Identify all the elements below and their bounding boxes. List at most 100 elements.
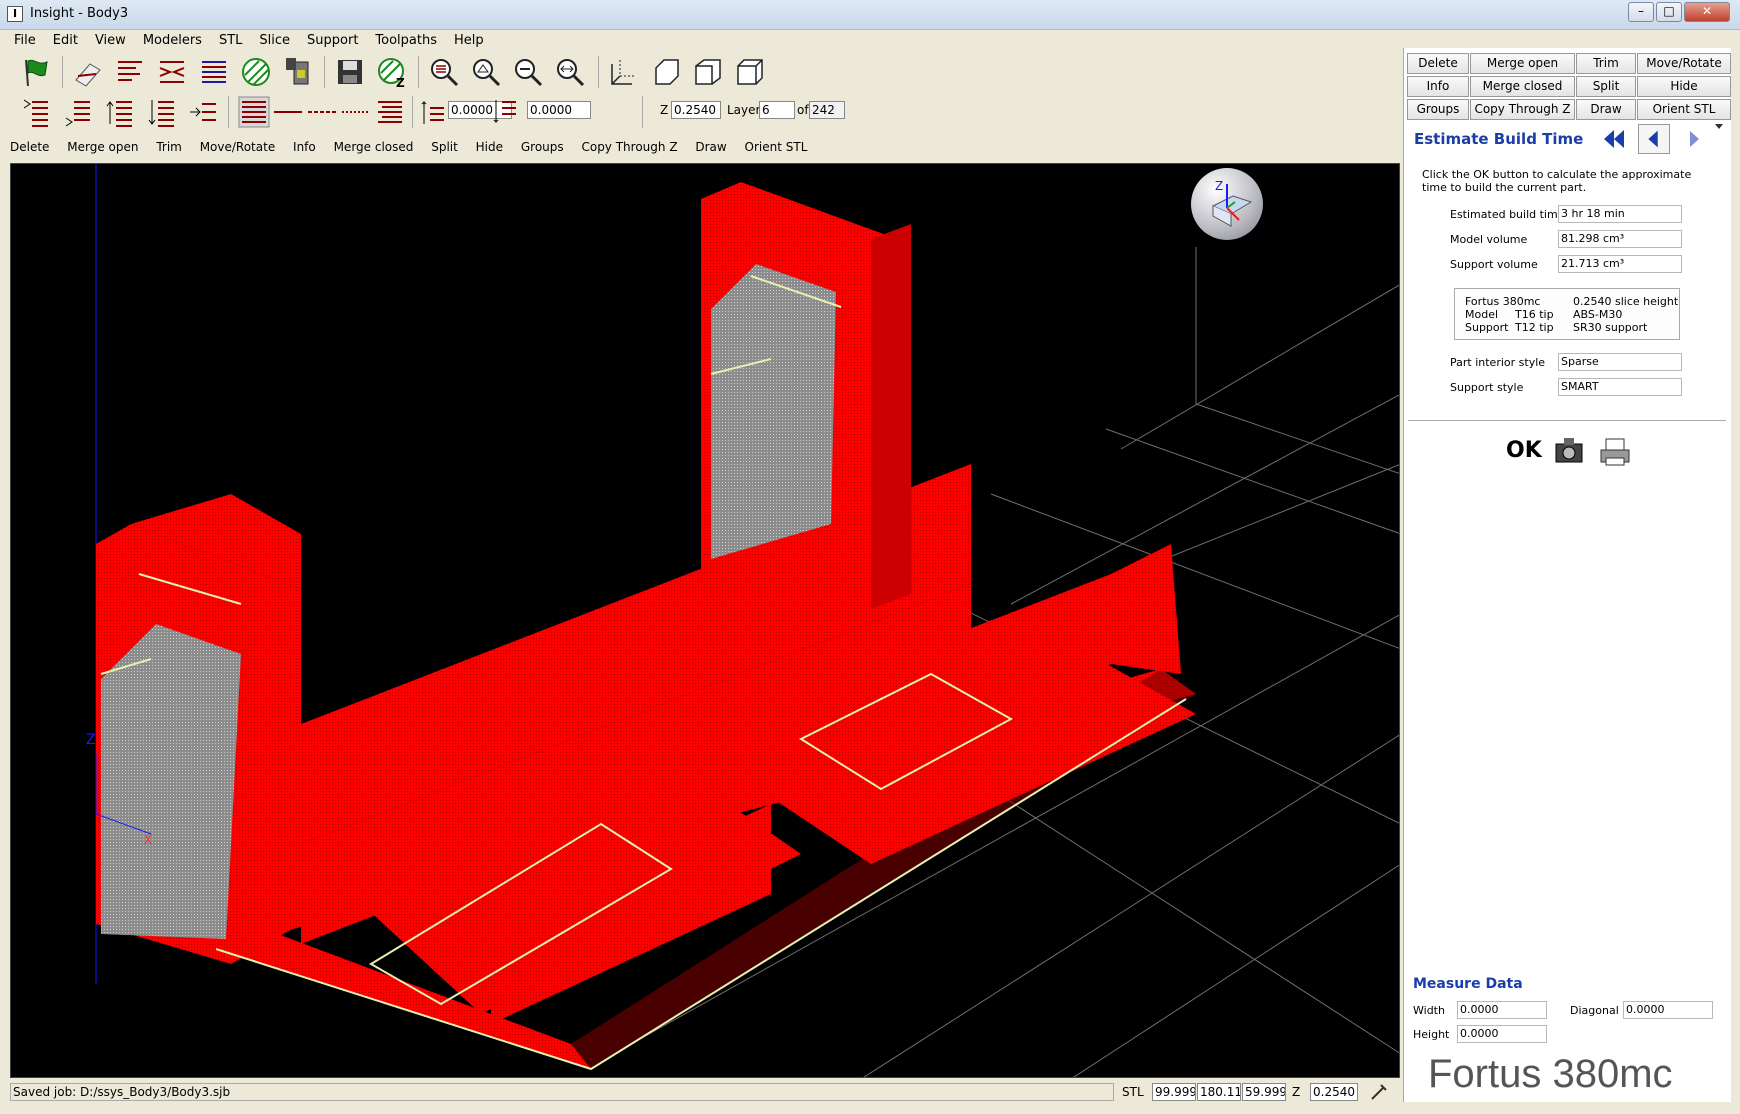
view-front-icon[interactable] (608, 56, 640, 88)
zoom-extents-icon[interactable] (470, 56, 502, 88)
machine-icon[interactable] (282, 56, 314, 88)
cmd-delete[interactable]: Delete (10, 140, 49, 154)
menu-support[interactable]: Support (307, 33, 358, 48)
slice-stl-icon[interactable] (72, 56, 104, 88)
panel-orient-stl-button[interactable]: Orient STL (1637, 99, 1731, 120)
est-time-field: 3 hr 18 min (1558, 205, 1682, 223)
toolpath-curves-icon[interactable] (156, 56, 188, 88)
layer-down-all-icon[interactable] (62, 96, 94, 128)
raster-fill-icon[interactable] (240, 56, 272, 88)
pan-zoom-icon[interactable] (554, 56, 586, 88)
panel-merge-closed-button[interactable]: Merge closed (1470, 76, 1575, 97)
dropdown-arrow-icon[interactable] (1712, 122, 1726, 132)
cmd-merge-closed[interactable]: Merge closed (334, 140, 414, 154)
single-curve-icon[interactable] (272, 96, 304, 128)
curve-list-icon[interactable] (374, 96, 406, 128)
title-bar: I Insight - Body3 – □ ✕ (0, 0, 1740, 30)
layer-field[interactable]: 6 (759, 101, 795, 119)
save-icon[interactable] (334, 56, 366, 88)
est-time-label: Estimated build time (1450, 208, 1565, 221)
menu-help[interactable]: Help (454, 33, 484, 48)
cmd-merge-open[interactable]: Merge open (67, 140, 138, 154)
panel-merge-open-button[interactable]: Merge open (1470, 53, 1575, 74)
panel-delete-button[interactable]: Delete (1407, 53, 1469, 74)
divider (1408, 420, 1726, 421)
cmd-move-rotate[interactable]: Move/Rotate (200, 140, 276, 154)
menu-slice[interactable]: Slice (259, 33, 290, 48)
menu-file[interactable]: File (14, 33, 36, 48)
3d-viewport[interactable]: Z X Z (10, 163, 1400, 1078)
offset-start-icon[interactable] (420, 96, 446, 128)
menu-toolpaths[interactable]: Toolpaths (375, 33, 437, 48)
panel-split-button[interactable]: Split (1576, 76, 1636, 97)
maximize-icon[interactable]: □ (1656, 2, 1682, 22)
interior-style-field: Sparse (1558, 353, 1682, 371)
machine-name: Fortus 380mc (1465, 295, 1541, 308)
status-z-label: Z (1292, 1085, 1301, 1099)
main-toolbar: Z (10, 52, 1400, 92)
view-triad-sphere[interactable]: Z (1191, 168, 1263, 240)
prev-icon[interactable] (1638, 124, 1670, 154)
minimize-icon[interactable]: – (1628, 2, 1654, 22)
status-message: Saved job: D:/ssys_Body3/Body3.sjb (10, 1083, 1114, 1101)
camera-icon[interactable] (1552, 434, 1586, 468)
z-height-field[interactable]: 0.2540 (671, 101, 721, 119)
ok-button[interactable]: OK (1506, 438, 1542, 463)
next-icon[interactable] (1684, 128, 1704, 150)
layer-up-icon[interactable] (104, 96, 136, 128)
panel-draw-button[interactable]: Draw (1576, 99, 1636, 120)
cmd-trim[interactable]: Trim (156, 140, 182, 154)
z-label: Z (660, 103, 669, 117)
app-icon: I (7, 6, 23, 22)
view-iso-icon[interactable] (734, 56, 766, 88)
view-side-icon[interactable] (692, 56, 724, 88)
close-icon[interactable]: ✕ (1684, 2, 1730, 22)
edit-tool-icon[interactable] (1370, 1083, 1388, 1101)
offset-end-field[interactable]: 0.0000 (527, 101, 591, 119)
menu-bar: File Edit View Modelers STL Slice Suppor… (0, 30, 1400, 50)
panel-trim-button[interactable]: Trim (1576, 53, 1636, 74)
cmd-draw[interactable]: Draw (695, 140, 726, 154)
cmd-groups[interactable]: Groups (521, 140, 564, 154)
cmd-split[interactable]: Split (431, 140, 458, 154)
axis-z-label: Z (86, 732, 96, 748)
zoom-out-icon[interactable] (512, 56, 544, 88)
all-curves-icon[interactable] (238, 96, 270, 128)
cmd-hide[interactable]: Hide (476, 140, 503, 154)
layers-icon[interactable] (198, 56, 230, 88)
panel-copy-through-z-button[interactable]: Copy Through Z (1470, 99, 1575, 120)
model-view[interactable]: Z X (11, 164, 1400, 1078)
panel-hide-button[interactable]: Hide (1637, 76, 1731, 97)
dotted-curve-icon[interactable] (340, 96, 372, 128)
layer-goto-icon[interactable] (188, 96, 220, 128)
offset-end-icon[interactable] (492, 96, 518, 128)
flag-icon[interactable] (20, 56, 52, 88)
menu-stl[interactable]: STL (219, 33, 242, 48)
cmd-copy-through-z[interactable]: Copy Through Z (581, 140, 677, 154)
width-label: Width (1413, 1004, 1445, 1017)
width-field: 0.0000 (1457, 1001, 1547, 1019)
panel-info-button[interactable]: Info (1407, 76, 1469, 97)
slice-height: 0.2540 slice height (1573, 295, 1679, 308)
menu-view[interactable]: View (95, 33, 126, 48)
support-volume-field: 21.713 cm³ (1558, 255, 1682, 273)
create-curves-icon[interactable] (114, 56, 146, 88)
view-top-icon[interactable] (650, 56, 682, 88)
dashed-curve-icon[interactable] (306, 96, 338, 128)
layer-down-icon[interactable] (146, 96, 178, 128)
print-icon[interactable] (1598, 436, 1632, 468)
support-style-label: Support style (1450, 381, 1524, 394)
panel-groups-button[interactable]: Groups (1407, 99, 1469, 120)
raster-z-icon[interactable]: Z (376, 56, 408, 88)
menu-modelers[interactable]: Modelers (143, 33, 202, 48)
zoom-window-icon[interactable] (428, 56, 460, 88)
layer-up-all-icon[interactable] (20, 96, 52, 128)
cmd-info[interactable]: Info (293, 140, 316, 154)
rewind-icon[interactable] (1602, 128, 1626, 150)
panel-move-rotate-button[interactable]: Move/Rotate (1637, 53, 1731, 74)
height-field: 0.0000 (1457, 1025, 1547, 1043)
support-row-label: Support (1465, 321, 1509, 334)
menu-edit[interactable]: Edit (53, 33, 78, 48)
layer-toolbar: 0.0000 0.0000 Z 0.2540 Layer 6 of 242 (10, 94, 1400, 130)
cmd-orient-stl[interactable]: Orient STL (745, 140, 808, 154)
